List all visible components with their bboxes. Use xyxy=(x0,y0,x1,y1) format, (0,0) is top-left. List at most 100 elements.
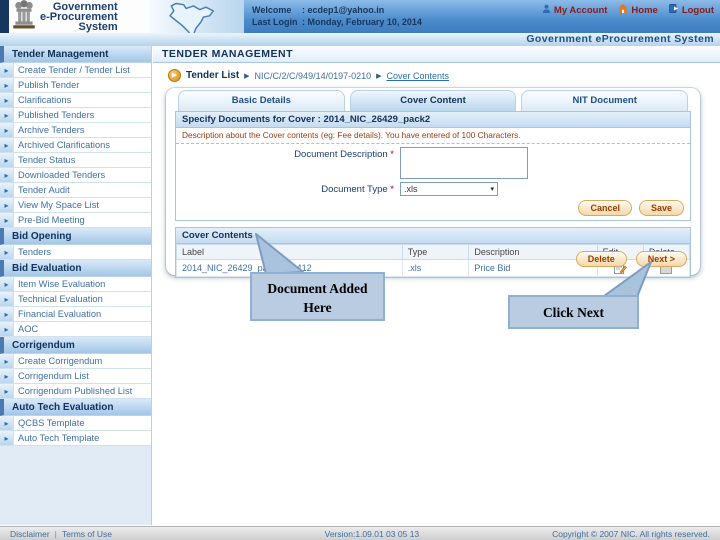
home-icon xyxy=(618,4,629,16)
india-map-icon xyxy=(149,0,244,39)
sidebar-item-archived-clarifications[interactable]: ▸ Archived Clarifications xyxy=(0,138,151,153)
sidebar-item-create-tender-tender-list[interactable]: ▸ Create Tender / Tender List xyxy=(0,63,151,78)
sidebar-item-label: QCBS Template xyxy=(18,418,85,428)
click-next-callout: Click Next xyxy=(508,295,639,329)
disclaimer-link[interactable]: Disclaimer xyxy=(10,529,50,539)
save-button[interactable]: Save xyxy=(638,200,684,216)
tab-basic-details[interactable]: Basic Details xyxy=(178,90,345,111)
arrow-bullet-icon: ▸ xyxy=(0,213,14,227)
breadcrumb-tender-id: NIC/C/2/C/949/14/0197-0210 xyxy=(254,70,372,81)
arrow-bullet-icon: ▸ xyxy=(0,322,14,336)
emblem-icon xyxy=(11,0,37,34)
arrow-bullet-icon: ▸ xyxy=(0,277,14,291)
bottom-actions: Delete Next > xyxy=(575,251,687,267)
footer: Disclaimer | Terms of Use Version:1.09.0… xyxy=(0,526,720,540)
required-asterisk: * xyxy=(390,149,394,160)
home-link[interactable]: Home xyxy=(618,4,658,16)
specify-documents-panel: Specify Documents for Cover : 2014_NIC_2… xyxy=(175,111,691,221)
header-links: My Account Home Logout xyxy=(542,4,714,16)
sidebar-item-corrigendum-list[interactable]: ▸ Corrigendum List xyxy=(0,369,151,384)
sidebar-item-technical-evaluation[interactable]: ▸ Technical Evaluation xyxy=(0,292,151,307)
tab-bar: Basic Details Cover Content NIT Document xyxy=(166,88,700,111)
sidebar-section-auto-tech-evaluation[interactable]: Auto Tech Evaluation xyxy=(0,399,151,416)
sidebar-item-label: Create Tender / Tender List xyxy=(18,65,130,75)
chevron-right-icon: ▶ xyxy=(376,72,382,80)
sidebar-item-label: Corrigendum List xyxy=(18,371,89,381)
tab-cover-content[interactable]: Cover Content xyxy=(349,90,517,111)
sidebar-item-item-wise-evaluation[interactable]: ▸ Item Wise Evaluation xyxy=(0,277,151,292)
sidebar-item-qcbs-template[interactable]: ▸ QCBS Template xyxy=(0,416,151,431)
column-header-type: Type xyxy=(401,244,470,260)
breadcrumb-tender-list[interactable]: Tender List xyxy=(186,70,239,81)
arrow-bullet-icon: ▸ xyxy=(0,369,14,383)
tab-nit-document[interactable]: NIT Document xyxy=(521,90,689,111)
specify-documents-title: Specify Documents for Cover : 2014_NIC_2… xyxy=(176,112,690,128)
copyright-text: Copyright © 2007 NIC. All rights reserve… xyxy=(552,528,710,539)
cancel-button[interactable]: Cancel xyxy=(578,200,632,216)
sidebar-item-view-my-space-list[interactable]: ▸ View My Space List xyxy=(0,198,151,213)
next-button[interactable]: Next > xyxy=(635,251,687,267)
breadcrumb-cover-contents[interactable]: Cover Contents xyxy=(387,71,450,81)
document-description-input[interactable] xyxy=(400,147,528,179)
sidebar-item-corrigendum-published-list[interactable]: ▸ Corrigendum Published List xyxy=(0,384,151,399)
sidebar-item-aoc[interactable]: ▸ AOC xyxy=(0,322,151,337)
arrow-bullet-icon: ▸ xyxy=(0,123,14,137)
sidebar-item-tenders[interactable]: ▸ Tenders xyxy=(0,245,151,260)
arrow-bullet-icon: ▸ xyxy=(0,245,14,259)
sidebar-item-financial-evaluation[interactable]: ▸ Financial Evaluation xyxy=(0,307,151,322)
terms-of-use-link[interactable]: Terms of Use xyxy=(62,529,112,539)
description-hint: Description about the Cover contents (eg… xyxy=(176,128,690,144)
arrow-bullet-icon: ▸ xyxy=(0,153,14,167)
sidebar-item-archive-tenders[interactable]: ▸ Archive Tenders xyxy=(0,123,151,138)
sidebar-item-label: Pre-Bid Meeting xyxy=(18,215,85,225)
app-logo-title: Government e-Procurement System xyxy=(40,0,118,33)
sidebar-item-tender-status[interactable]: ▸ Tender Status xyxy=(0,153,151,168)
sidebar-item-label: Downloaded Tenders xyxy=(18,170,106,180)
sidebar-item-downloaded-tenders[interactable]: ▸ Downloaded Tenders xyxy=(0,168,151,183)
sidebar-section-corrigendum[interactable]: Corrigendum xyxy=(0,337,151,354)
my-account-link[interactable]: My Account xyxy=(542,4,607,16)
sidebar-item-create-corrigendum[interactable]: ▸ Create Corrigendum xyxy=(0,354,151,369)
arrow-bullet-icon: ▸ xyxy=(0,63,14,77)
sidebar-item-label: Published Tenders xyxy=(18,110,95,120)
arrow-bullet-icon: ▸ xyxy=(0,416,14,430)
arrow-bullet-icon: ▸ xyxy=(0,78,14,92)
sidebar-item-tender-audit[interactable]: ▸ Tender Audit xyxy=(0,183,151,198)
sidebar-item-label: Auto Tech Template xyxy=(18,433,100,443)
arrow-bullet-icon: ▸ xyxy=(0,384,14,398)
sidebar-item-label: AOC xyxy=(18,324,39,334)
sidebar-item-published-tenders[interactable]: ▸ Published Tenders xyxy=(0,108,151,123)
welcome-email: : ecdep1@yahoo.in xyxy=(302,5,385,15)
document-description-label: Document Description * xyxy=(294,149,394,160)
sidebar-item-publish-tender[interactable]: ▸ Publish Tender xyxy=(0,78,151,93)
document-type-label: Document Type * xyxy=(321,184,394,195)
breadcrumb-bullet-icon: ▶ xyxy=(168,69,181,82)
logo-area: Government e-Procurement System xyxy=(9,0,149,33)
sidebar: Tender Management ▸ Create Tender / Tender… xyxy=(0,46,152,525)
sidebar-item-pre-bid-meeting[interactable]: ▸ Pre-Bid Meeting xyxy=(0,213,151,228)
welcome-label: Welcome xyxy=(252,5,292,15)
sidebar-item-label: Tender Audit xyxy=(18,185,70,195)
document-added-callout: Document Added Here xyxy=(250,272,385,321)
app-window: Government e-Procurement System Welcome:… xyxy=(0,0,720,540)
cell-type: .xls xyxy=(401,259,470,277)
sidebar-item-clarifications[interactable]: ▸ Clarifications xyxy=(0,93,151,108)
logout-icon xyxy=(668,4,679,16)
sidebar-section-bid-opening[interactable]: Bid Opening xyxy=(0,228,151,245)
welcome-block: Welcome: ecdep1@yahoo.in Last Login: Mon… xyxy=(252,4,422,28)
sidebar-item-auto-tech-template[interactable]: ▸ Auto Tech Template xyxy=(0,431,151,446)
version-text: Version:1.09.01 03 05 13 xyxy=(324,528,420,539)
header-right-panel: Welcome: ecdep1@yahoo.in Last Login: Mon… xyxy=(244,0,720,33)
breadcrumb: ▶ Tender List ▶ NIC/C/2/C/949/14/0197-02… xyxy=(168,69,449,82)
delete-button[interactable]: Delete xyxy=(575,251,627,267)
sidebar-section-bid-evaluation[interactable]: Bid Evaluation xyxy=(0,260,151,277)
arrow-bullet-icon: ▸ xyxy=(0,183,14,197)
sidebar-item-label: View My Space List xyxy=(18,200,99,210)
logout-link[interactable]: Logout xyxy=(668,4,714,16)
arrow-bullet-icon: ▸ xyxy=(0,354,14,368)
sidebar-item-label: Publish Tender xyxy=(18,80,80,90)
sidebar-item-label: Create Corrigendum xyxy=(18,356,103,366)
document-type-select[interactable]: .xls ▾ xyxy=(400,182,498,196)
banner-title: Government eProcurement System xyxy=(0,33,720,46)
sidebar-section-tender-management[interactable]: Tender Management xyxy=(0,46,151,63)
